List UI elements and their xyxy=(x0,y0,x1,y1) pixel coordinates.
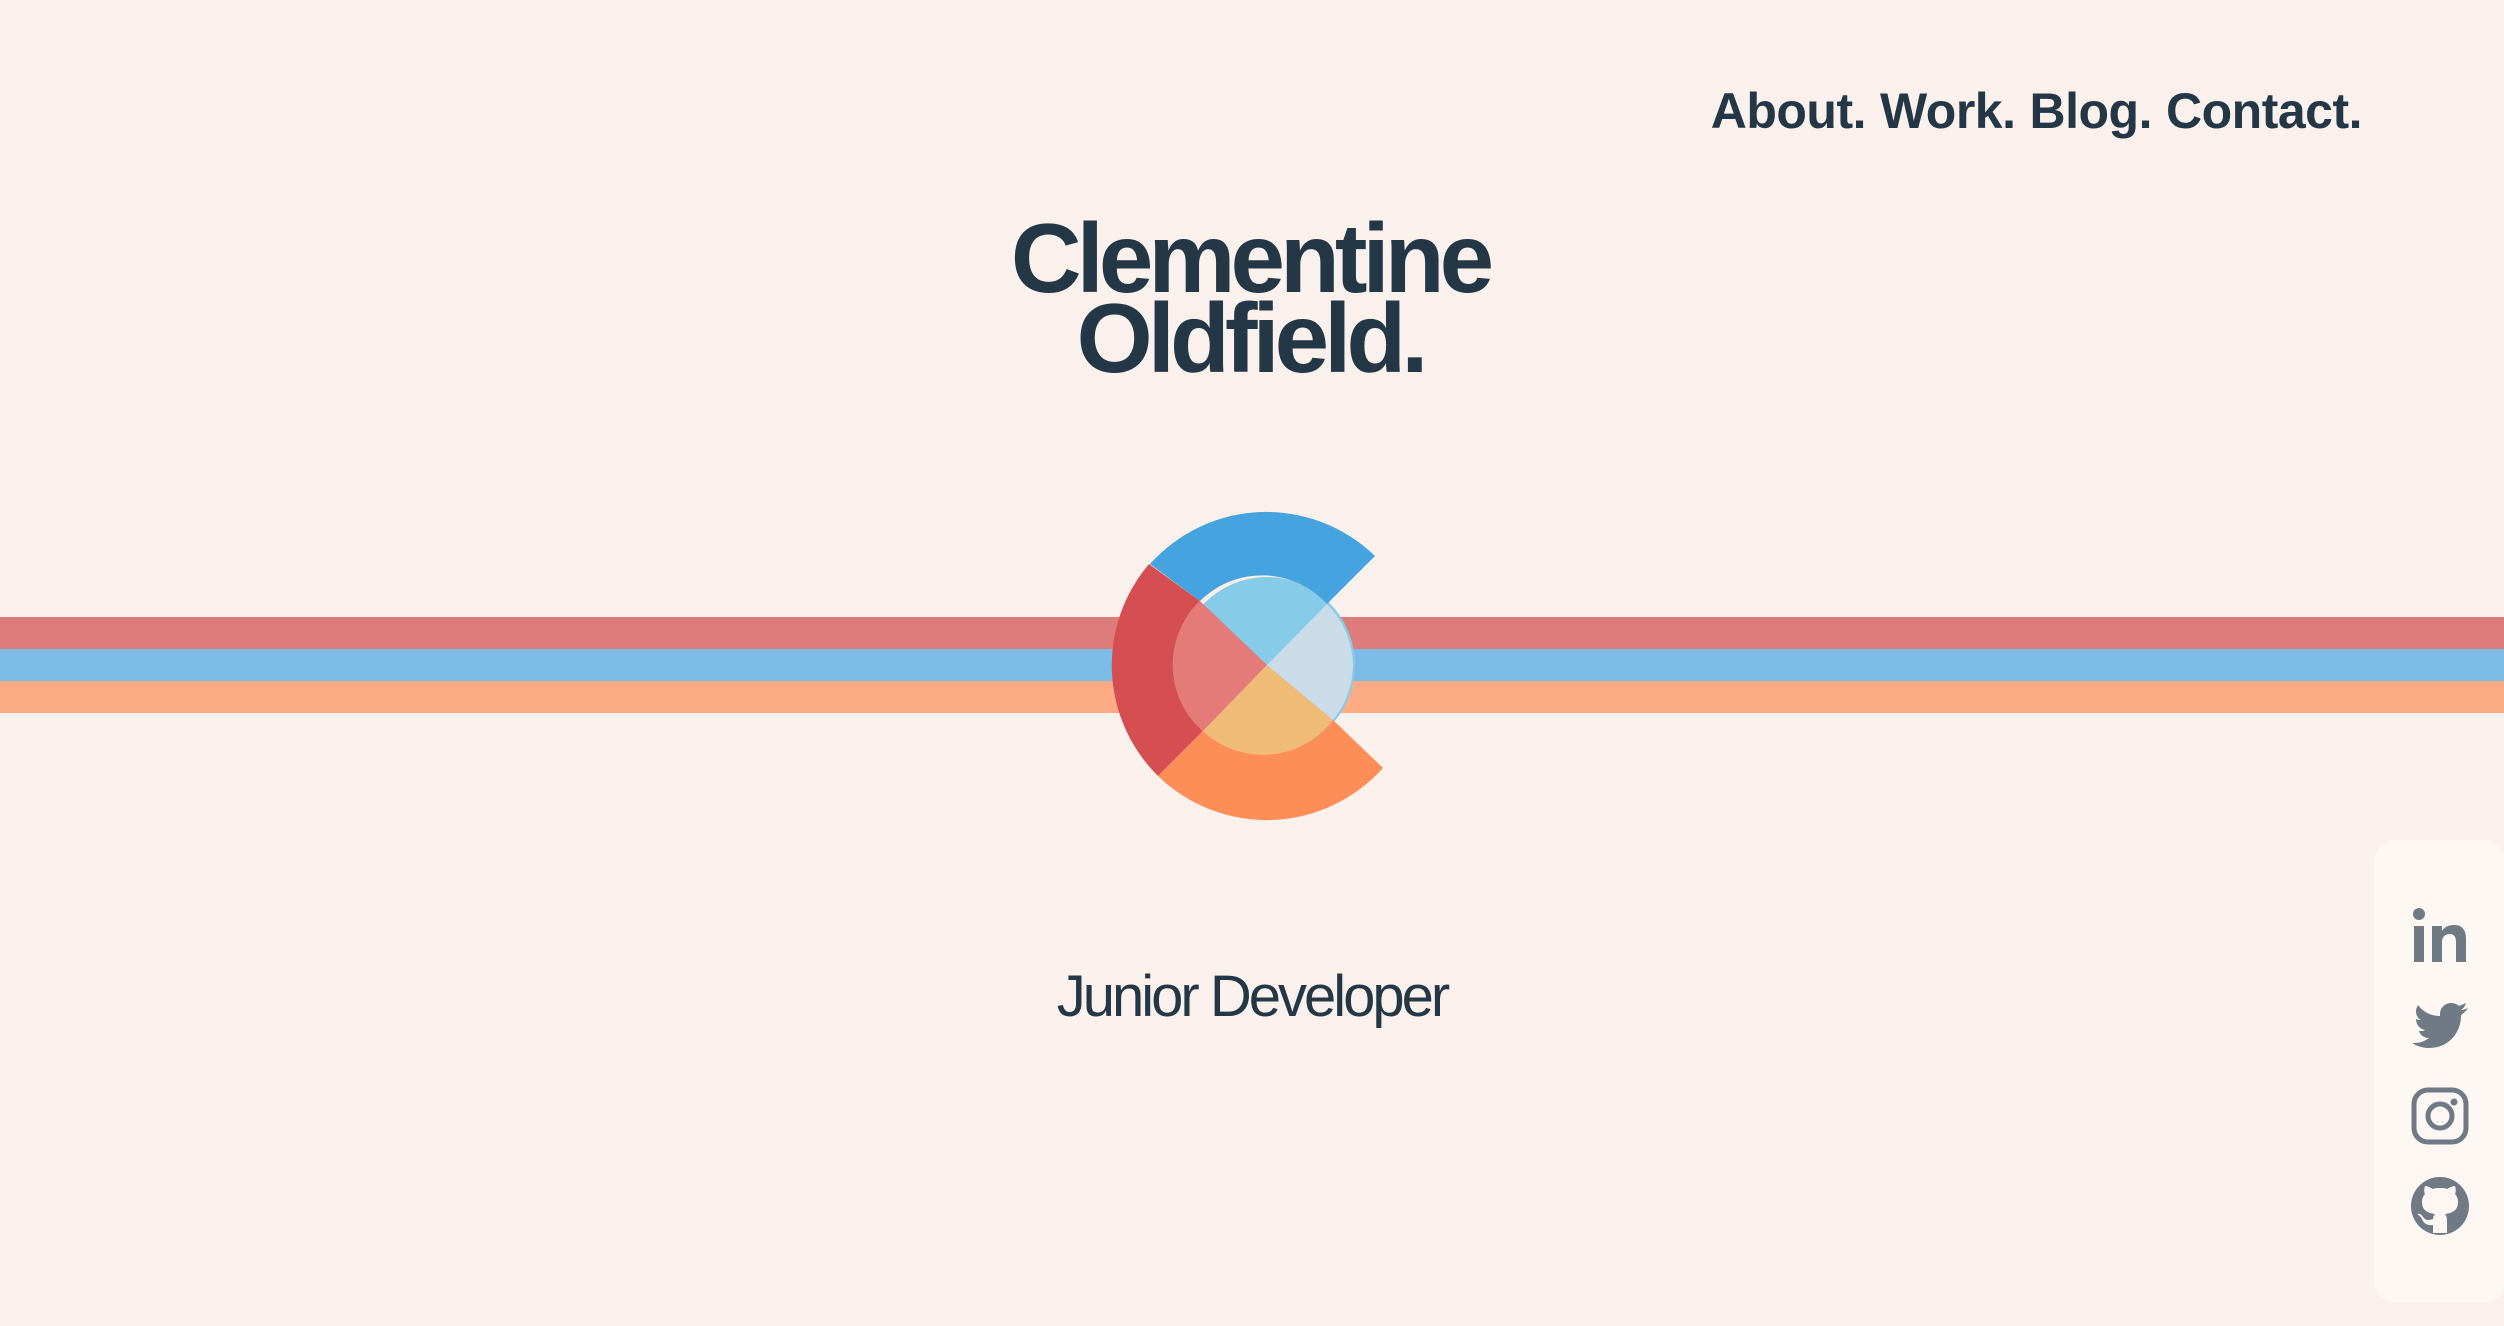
nav-contact-link[interactable]: Contact. xyxy=(2166,86,2363,136)
logo-icon xyxy=(1111,511,1383,821)
nav-blog-link[interactable]: Blog. xyxy=(2030,86,2153,136)
page-title: Clementine Oldfield. xyxy=(0,209,2502,393)
twitter-icon[interactable] xyxy=(2408,994,2472,1058)
nav-about-link[interactable]: About. xyxy=(1711,86,1867,136)
instagram-icon[interactable] xyxy=(2408,1084,2472,1148)
job-title: Junior Developer xyxy=(1056,964,1450,1029)
social-links-panel xyxy=(2374,840,2504,1302)
linkedin-icon[interactable] xyxy=(2408,904,2472,968)
name-second-line: Oldfield. xyxy=(1076,283,1429,393)
nav-work-link[interactable]: Work. xyxy=(1880,86,2016,136)
github-icon[interactable] xyxy=(2408,1174,2472,1238)
main-nav: About. Work. Blog. Contact. xyxy=(1711,86,2363,136)
